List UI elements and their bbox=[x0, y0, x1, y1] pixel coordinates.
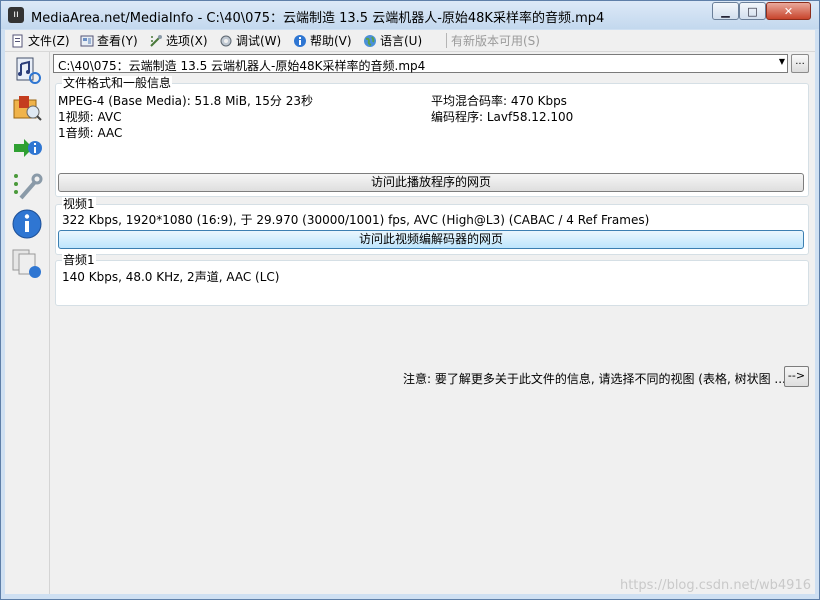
menu-options[interactable]: 选项(X) bbox=[149, 32, 208, 49]
menu-file[interactable]: 文件(Z) bbox=[11, 32, 70, 49]
file-menu-icon bbox=[12, 34, 23, 48]
general-audio-count: 1音频: AAC bbox=[58, 126, 123, 140]
video-info-title: 视频1 bbox=[62, 197, 96, 211]
window-title: MediaArea.net/MediaInfo - C:\40\075：云端制造… bbox=[31, 11, 605, 26]
left-toolbar bbox=[5, 52, 50, 594]
dropdown-arrow-icon[interactable]: ▼ bbox=[779, 57, 785, 66]
open-folder-icon[interactable] bbox=[11, 92, 43, 124]
file-dropdown-value: C:\40\075：云端制造 13.5 云端机器人-原始48K采样率的音频.mp… bbox=[58, 59, 426, 73]
menu-options-label: 选项(X) bbox=[166, 34, 208, 48]
video-info-text: 322 Kbps, 1920*1080 (16:9), 于 29.970 (30… bbox=[62, 213, 650, 227]
audio-info-text: 140 Kbps, 48.0 KHz, 2声道, AAC (LC) bbox=[62, 270, 280, 284]
options-menu-icon bbox=[150, 35, 162, 47]
menu-update-available: 有新版本可用(S) bbox=[451, 34, 540, 48]
watermark: https://blog.csdn.net/wb4916 bbox=[619, 578, 811, 593]
language-menu-icon bbox=[364, 35, 376, 47]
audio-info-group: 音频1 140 Kbps, 48.0 KHz, 2声道, AAC (LC) bbox=[55, 253, 809, 306]
video-info-group: 视频1 322 Kbps, 1920*1080 (16:9), 于 29.970… bbox=[55, 197, 809, 255]
menu-debug[interactable]: 调试(W) bbox=[219, 32, 281, 49]
menu-debug-label: 调试(W) bbox=[236, 34, 282, 48]
menu-language-label: 语言(U) bbox=[380, 34, 423, 48]
general-encoder: 编码程序: Lavf58.12.100 bbox=[431, 110, 574, 124]
title-bar[interactable]: ıı MediaArea.net/MediaInfo - C:\40\075：云… bbox=[1, 1, 819, 29]
minimize-button[interactable]: ▁ bbox=[712, 2, 739, 20]
menu-language[interactable]: 语言(U) bbox=[363, 32, 422, 49]
menu-separator bbox=[446, 33, 447, 48]
maximize-button[interactable]: □ bbox=[739, 2, 766, 20]
menu-view-label: 查看(Y) bbox=[97, 34, 138, 48]
content-panel: C:\40\075：云端制造 13.5 云端机器人-原始48K采样率的音频.mp… bbox=[50, 52, 815, 594]
menu-view[interactable]: 查看(Y) bbox=[80, 32, 138, 49]
visit-player-webpage-button[interactable]: 访问此播放程序的网页 bbox=[58, 173, 804, 192]
more-views-button[interactable]: --> bbox=[784, 366, 809, 387]
mediainfo-window: ıı MediaArea.net/MediaInfo - C:\40\075：云… bbox=[0, 0, 820, 600]
general-format: MPEG-4 (Base Media): 51.8 MiB, 15分 23秒 bbox=[58, 94, 313, 108]
general-info-title: 文件格式和一般信息 bbox=[62, 76, 173, 90]
view-hint-note: 注意: 要了解更多关于此文件的信息, 请选择不同的视图 (表格, 树状图 ...… bbox=[403, 372, 791, 386]
help-menu-icon bbox=[294, 35, 306, 47]
preferences-icon[interactable] bbox=[11, 170, 43, 202]
file-dropdown[interactable]: C:\40\075：云端制造 13.5 云端机器人-原始48K采样率的音频.mp… bbox=[53, 54, 788, 73]
close-button[interactable]: ✕ bbox=[766, 2, 811, 20]
menu-bar: 文件(Z) 查看(Y) 选项(X) 调试(W) 帮助(V) 语言(U) 有新版本… bbox=[5, 30, 815, 52]
copy-sheets-icon[interactable] bbox=[11, 248, 43, 280]
about-info-icon[interactable] bbox=[11, 208, 43, 240]
open-file-icon[interactable] bbox=[11, 54, 43, 86]
audio-info-title: 音频1 bbox=[62, 253, 96, 267]
menu-file-label: 文件(Z) bbox=[28, 34, 70, 48]
visit-codec-webpage-button[interactable]: 访问此视频编解码器的网页 bbox=[58, 230, 804, 249]
client-area: C:\40\075：云端制造 13.5 云端机器人-原始48K采样率的音频.mp… bbox=[5, 52, 815, 594]
browse-button[interactable]: ... bbox=[791, 54, 809, 73]
export-icon[interactable] bbox=[11, 132, 43, 164]
debug-menu-icon bbox=[220, 35, 232, 47]
menu-help[interactable]: 帮助(V) bbox=[293, 32, 352, 49]
app-icon: ıı bbox=[8, 7, 24, 23]
general-bitrate: 平均混合码率: 470 Kbps bbox=[431, 94, 567, 108]
view-menu-icon bbox=[80, 35, 94, 47]
general-video-count: 1视频: AVC bbox=[58, 110, 122, 124]
menu-help-label: 帮助(V) bbox=[310, 34, 352, 48]
general-info-group: 文件格式和一般信息 MPEG-4 (Base Media): 51.8 MiB,… bbox=[55, 76, 809, 197]
